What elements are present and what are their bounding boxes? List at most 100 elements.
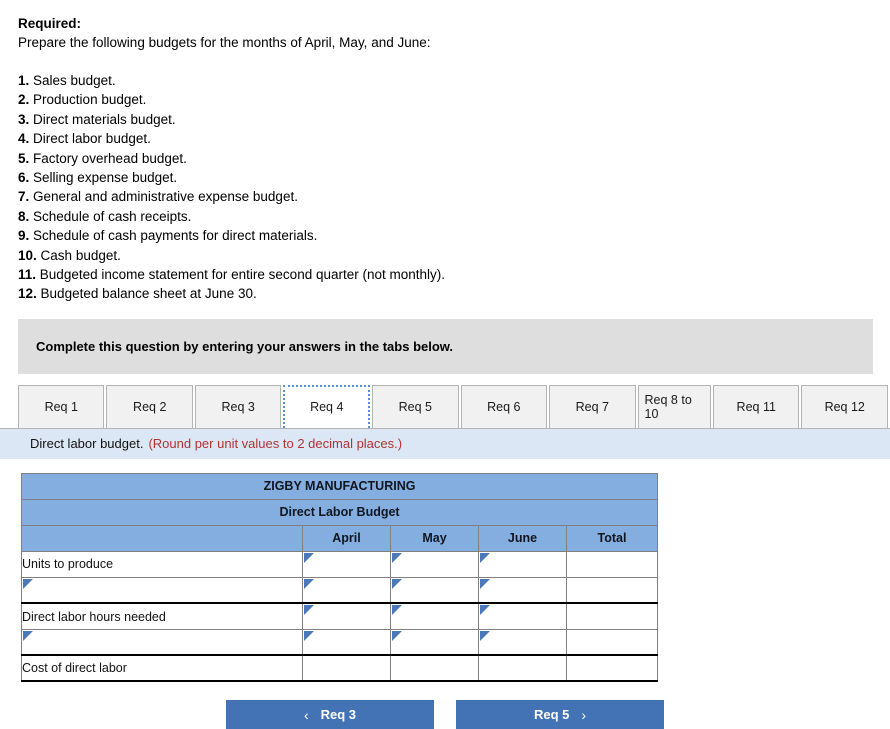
requirement-text: Cash budget. <box>40 247 121 263</box>
tab-req-11[interactable]: Req 11 <box>713 384 800 428</box>
requirement-text: Budgeted balance sheet at June 30. <box>40 286 257 302</box>
requirement-item: 6. Selling expense budget. <box>18 168 872 187</box>
input-april[interactable] <box>303 631 390 654</box>
tab-label: Req 11 <box>736 399 776 414</box>
input-cell-april[interactable] <box>302 576 391 605</box>
input-cell-june[interactable] <box>478 576 567 605</box>
next-requirement-label: Req 5 <box>533 707 570 723</box>
input-may[interactable] <box>391 631 478 654</box>
requirements-section: Required: Prepare the following budgets … <box>0 0 890 304</box>
tab-label: Req 6 <box>487 399 521 414</box>
tab-label: Req 4 <box>310 400 344 415</box>
input-marker-icon <box>304 605 314 616</box>
requirement-item: 5. Factory overhead budget. <box>18 149 872 168</box>
subtask-banner: Direct labor budget. (Round per unit val… <box>0 427 890 459</box>
budget-title-cell: Direct Labor Budget <box>20 498 659 526</box>
input-april[interactable] <box>303 579 390 602</box>
company-name-cell: ZIGBY MANUFACTURING <box>20 472 659 500</box>
subtask-rounding-note: (Round per unit values to 2 decimal plac… <box>148 436 403 452</box>
tab-label: Req 12 <box>824 399 865 414</box>
requirement-text: Direct labor budget. <box>33 131 151 147</box>
column-header-april: April <box>302 524 391 552</box>
cell-total <box>565 654 659 683</box>
input-cell-may[interactable] <box>390 550 479 578</box>
tab-req-1[interactable]: Req 1 <box>18 384 105 428</box>
requirement-number: 3. <box>18 111 30 127</box>
tab-req-6[interactable]: Req 6 <box>460 384 548 428</box>
requirement-item: 7. General and administrative expense bu… <box>18 187 872 206</box>
requirement-text: Direct materials budget. <box>33 111 176 127</box>
input-marker-icon <box>304 552 314 563</box>
input-april[interactable] <box>303 553 390 576</box>
input-june[interactable] <box>479 579 566 602</box>
tab-req-4[interactable]: Req 4 <box>283 384 371 428</box>
requirement-number: 12. <box>18 286 37 302</box>
tab-req-3[interactable]: Req 3 <box>194 384 282 428</box>
input-cell-april[interactable] <box>302 550 391 578</box>
input-marker-icon <box>392 630 402 641</box>
input-june[interactable] <box>479 553 566 576</box>
input-cell-june[interactable] <box>478 550 567 578</box>
row-label-input[interactable] <box>22 631 302 654</box>
input-cell-june[interactable] <box>478 602 567 630</box>
table-row: Cost of direct labor <box>21 654 659 683</box>
direct-labor-budget-table: ZIGBY MANUFACTURING Direct Labor Budget … <box>20 472 659 683</box>
tab-label: Req 2 <box>133 399 167 414</box>
input-cell-may[interactable] <box>390 576 479 605</box>
tab-label: Req 7 <box>575 399 609 414</box>
required-intro: Prepare the following budgets for the mo… <box>18 35 431 50</box>
tab-req-2[interactable]: Req 2 <box>106 384 193 428</box>
input-june[interactable] <box>479 631 566 654</box>
input-april[interactable] <box>303 605 390 628</box>
tab-label: Req 8 to 10 <box>644 392 692 421</box>
requirement-item: 2. Production budget. <box>18 90 872 109</box>
requirement-item: 8. Schedule of cash receipts. <box>18 207 872 226</box>
input-marker-icon <box>480 630 490 641</box>
cell-total <box>565 602 659 630</box>
tab-req-5[interactable]: Req 5 <box>372 384 459 428</box>
input-cell-june[interactable] <box>478 628 567 657</box>
tab-req-8-to-10[interactable]: Req 8 to 10 <box>637 384 711 428</box>
input-cell-april[interactable] <box>302 628 391 657</box>
requirement-number: 7. <box>18 189 30 205</box>
table-row: Units to produce <box>21 550 659 578</box>
input-cell-may[interactable] <box>390 602 479 630</box>
requirement-number: 2. <box>18 92 30 108</box>
table-title-row: Direct Labor Budget <box>20 498 659 526</box>
input-cell-may[interactable] <box>390 628 479 657</box>
requirement-number: 4. <box>18 131 30 147</box>
input-marker-icon <box>480 605 490 616</box>
table-column-header-row: April May June Total <box>21 524 659 552</box>
tab-req-7[interactable]: Req 7 <box>549 384 636 428</box>
prev-requirement-button[interactable]: ‹ Req 3 <box>226 700 434 729</box>
input-marker-icon <box>480 578 490 589</box>
instruction-banner: Complete this question by entering your … <box>18 318 873 374</box>
input-cell-april[interactable] <box>302 602 391 630</box>
requirement-text: Factory overhead budget. <box>33 150 187 166</box>
instruction-banner-text: Complete this question by entering your … <box>36 338 454 354</box>
column-header-june: June <box>478 524 567 552</box>
requirement-tabs: Req 1 Req 2 Req 3 Req 4 Req 5 Req 6 Req 7 Req 8… <box>18 383 890 428</box>
cell-total <box>565 550 659 578</box>
requirement-text: Schedule of cash payments for direct mat… <box>33 228 318 244</box>
column-header-may: May <box>390 524 479 552</box>
next-requirement-button[interactable]: Req 5 › <box>456 700 664 729</box>
requirement-number: 9. <box>18 228 30 244</box>
input-june[interactable] <box>479 605 566 628</box>
input-marker-icon <box>23 630 33 641</box>
requirement-number: 1. <box>18 73 30 88</box>
input-may[interactable] <box>391 579 478 602</box>
requirement-item: 9. Schedule of cash payments for direct … <box>18 226 872 245</box>
row-label-input-cell[interactable] <box>21 576 303 605</box>
row-label-input[interactable] <box>22 579 302 602</box>
requirement-text: Production budget. <box>33 92 147 108</box>
input-may[interactable] <box>391 553 478 576</box>
table-row <box>21 576 659 605</box>
tab-req-12[interactable]: Req 12 <box>801 384 888 428</box>
row-label-cell: Cost of direct labor <box>21 654 303 683</box>
input-marker-icon <box>392 578 402 589</box>
tab-label: Req 1 <box>44 399 78 414</box>
column-header-total: Total <box>565 524 659 552</box>
input-may[interactable] <box>391 605 478 628</box>
row-label-input-cell[interactable] <box>21 628 303 657</box>
